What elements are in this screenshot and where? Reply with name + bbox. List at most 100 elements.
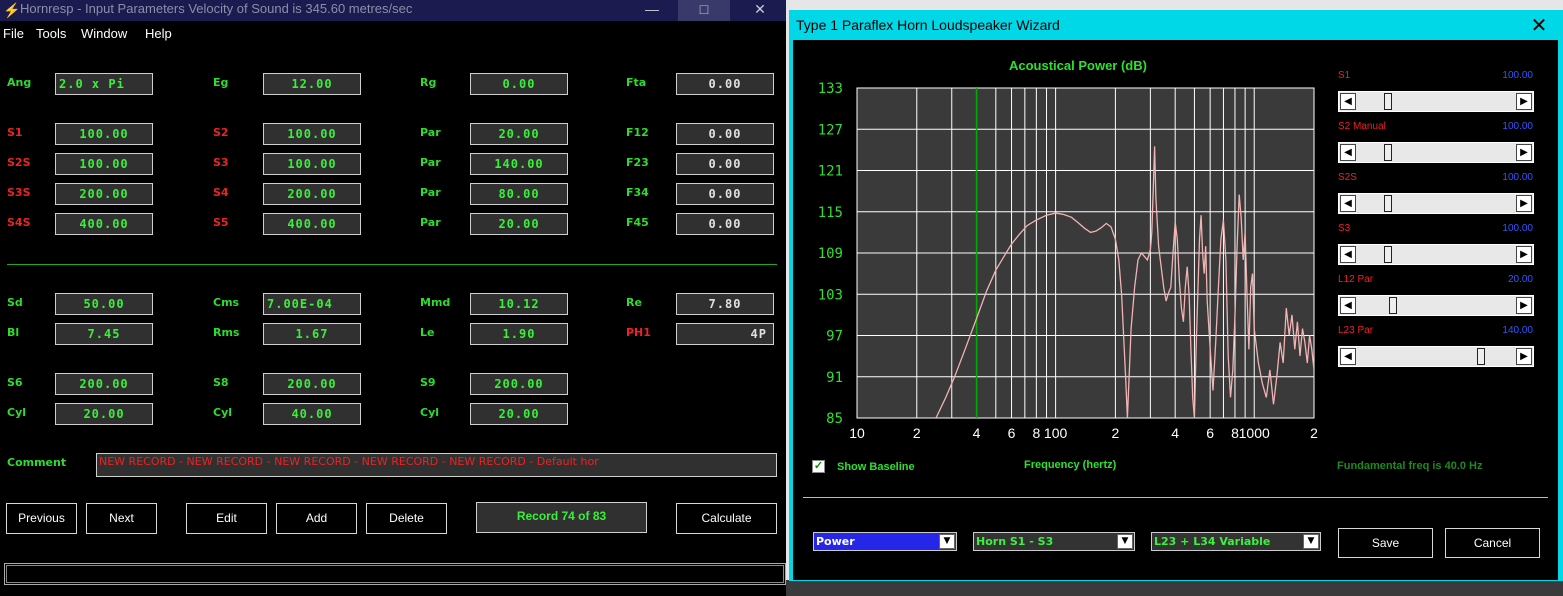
rms-field[interactable]: 1.67 — [263, 323, 361, 345]
f45-field[interactable]: 0.00 — [676, 213, 774, 235]
calculate-button[interactable]: Calculate — [676, 503, 777, 534]
menu-file[interactable]: File — [3, 26, 24, 41]
par-2-field[interactable]: 140.00 — [470, 153, 568, 175]
slider-scrollbar[interactable]: ◀ ▶ — [1338, 142, 1534, 163]
slider-value: 100.00 — [1502, 70, 1533, 81]
ph1-field[interactable]: 4P — [676, 323, 774, 345]
comment-field[interactable]: NEW RECORD - NEW RECORD - NEW RECORD - N… — [96, 453, 777, 477]
show-baseline-checkbox[interactable]: ✓ — [812, 460, 825, 473]
menu-tools[interactable]: Tools — [36, 26, 66, 41]
slider-scrollbar[interactable]: ◀ ▶ — [1338, 295, 1534, 316]
slider-thumb[interactable] — [1388, 297, 1397, 314]
maximize-button[interactable]: □ — [678, 0, 730, 21]
frequency-axis-label: Frequency (hertz) — [1024, 459, 1117, 471]
mmd-field[interactable]: 10.12 — [470, 293, 568, 315]
minimize-button[interactable]: — — [626, 0, 678, 21]
s4-field[interactable]: 200.00 — [263, 183, 361, 205]
slider-thumb[interactable] — [1384, 195, 1392, 212]
s1-field[interactable]: 100.00 — [55, 123, 153, 145]
arrow-right-icon[interactable]: ▶ — [1516, 93, 1532, 110]
s5-field[interactable]: 400.00 — [263, 213, 361, 235]
close-button[interactable]: ✕ — [734, 0, 786, 21]
param-label-par-3: Par — [420, 186, 441, 199]
s4s-field[interactable]: 400.00 — [55, 213, 153, 235]
menu-window[interactable]: Window — [81, 26, 127, 41]
menu-help[interactable]: Help — [145, 26, 172, 41]
slider-value: 100.00 — [1502, 172, 1533, 183]
variable-dropdown[interactable]: L23 + L34 Variable ▼ — [1151, 532, 1321, 551]
s9-field[interactable]: 200.00 — [470, 373, 568, 395]
cyl-3-field[interactable]: 20.00 — [470, 403, 568, 425]
arrow-left-icon[interactable]: ◀ — [1340, 348, 1356, 365]
arrow-left-icon[interactable]: ◀ — [1340, 93, 1356, 110]
cyl-1-field[interactable]: 20.00 — [55, 403, 153, 425]
arrow-right-icon[interactable]: ▶ — [1516, 348, 1532, 365]
le-field[interactable]: 1.90 — [470, 323, 568, 345]
par-1-field[interactable]: 20.00 — [470, 123, 568, 145]
slider-scrollbar[interactable]: ◀ ▶ — [1338, 244, 1534, 265]
bl-field[interactable]: 7.45 — [55, 323, 153, 345]
par-4-field[interactable]: 20.00 — [470, 213, 568, 235]
y-tick-label: 115 — [818, 205, 843, 221]
arrow-left-icon[interactable]: ◀ — [1340, 195, 1356, 212]
slider-thumb[interactable] — [1477, 348, 1485, 365]
horn-segment-dropdown[interactable]: Horn S1 - S3 ▼ — [973, 532, 1135, 551]
cancel-button[interactable]: Cancel — [1445, 528, 1540, 558]
param-label-cms: Cms — [213, 296, 240, 309]
s3s-field[interactable]: 200.00 — [55, 183, 153, 205]
param-label-bl: Bl — [7, 326, 20, 339]
wizard-close-button[interactable]: ✕ — [1520, 14, 1558, 40]
plot-type-value: Power — [816, 535, 855, 548]
sd-field[interactable]: 50.00 — [55, 293, 153, 315]
slider-thumb[interactable] — [1384, 246, 1392, 263]
param-label-s1: S1 — [7, 126, 23, 139]
arrow-left-icon[interactable]: ◀ — [1340, 297, 1356, 314]
arrow-left-icon[interactable]: ◀ — [1340, 246, 1356, 263]
x-tick-label: 1000 — [1239, 425, 1270, 441]
delete-button[interactable]: Delete — [366, 503, 447, 534]
slider-scrollbar[interactable]: ◀ ▶ — [1338, 193, 1534, 214]
slider-thumb[interactable] — [1384, 144, 1392, 161]
f12-field[interactable]: 0.00 — [676, 123, 774, 145]
s3-field[interactable]: 100.00 — [263, 153, 361, 175]
param-label-eg: Eg — [213, 76, 229, 89]
param-label-par-2: Par — [420, 156, 441, 169]
f23-field[interactable]: 0.00 — [676, 153, 774, 175]
add-button[interactable]: Add — [276, 503, 357, 534]
rg-field[interactable]: 0.00 — [470, 73, 568, 95]
fta-field[interactable]: 0.00 — [676, 73, 774, 95]
title-bar: ⚡ Hornresp - Input Parameters Velocity o… — [0, 0, 786, 21]
s2s-field[interactable]: 100.00 — [55, 153, 153, 175]
s2-field[interactable]: 100.00 — [263, 123, 361, 145]
slider-scrollbar[interactable]: ◀ ▶ — [1338, 346, 1534, 367]
arrow-right-icon[interactable]: ▶ — [1516, 246, 1532, 263]
paraflex-wizard-window: Type 1 Paraflex Horn Loudspeaker Wizard … — [789, 10, 1563, 581]
re-field[interactable]: 7.80 — [676, 293, 774, 315]
slider-thumb[interactable] — [1384, 93, 1392, 110]
chart-title: Acoustical Power (dB) — [1009, 58, 1147, 73]
s6-field[interactable]: 200.00 — [55, 373, 153, 395]
arrow-right-icon[interactable]: ▶ — [1516, 195, 1532, 212]
arrow-left-icon[interactable]: ◀ — [1340, 144, 1356, 161]
eg-field[interactable]: 12.00 — [263, 73, 361, 95]
wizard-divider — [803, 497, 1548, 498]
plot-type-dropdown[interactable]: Power ▼ — [813, 532, 957, 551]
arrow-right-icon[interactable]: ▶ — [1516, 144, 1532, 161]
par-3-field[interactable]: 80.00 — [470, 183, 568, 205]
desktop-background-strip — [786, 580, 1563, 596]
param-label-fta: Fta — [626, 76, 647, 89]
next-button[interactable]: Next — [86, 503, 157, 534]
edit-button[interactable]: Edit — [186, 503, 267, 534]
f34-field[interactable]: 0.00 — [676, 183, 774, 205]
cms-field[interactable]: 7.00E-04 — [263, 293, 361, 315]
cyl-2-field[interactable]: 40.00 — [263, 403, 361, 425]
slider-value: 100.00 — [1502, 121, 1533, 132]
param-label-f12: F12 — [626, 126, 649, 139]
arrow-right-icon[interactable]: ▶ — [1516, 297, 1532, 314]
show-baseline-label[interactable]: Show Baseline — [837, 461, 915, 473]
s8-field[interactable]: 200.00 — [263, 373, 361, 395]
save-button[interactable]: Save — [1338, 528, 1433, 558]
previous-button[interactable]: Previous — [6, 503, 77, 534]
slider-scrollbar[interactable]: ◀ ▶ — [1338, 91, 1534, 112]
ang-field[interactable]: 2.0 x Pi — [55, 73, 153, 95]
